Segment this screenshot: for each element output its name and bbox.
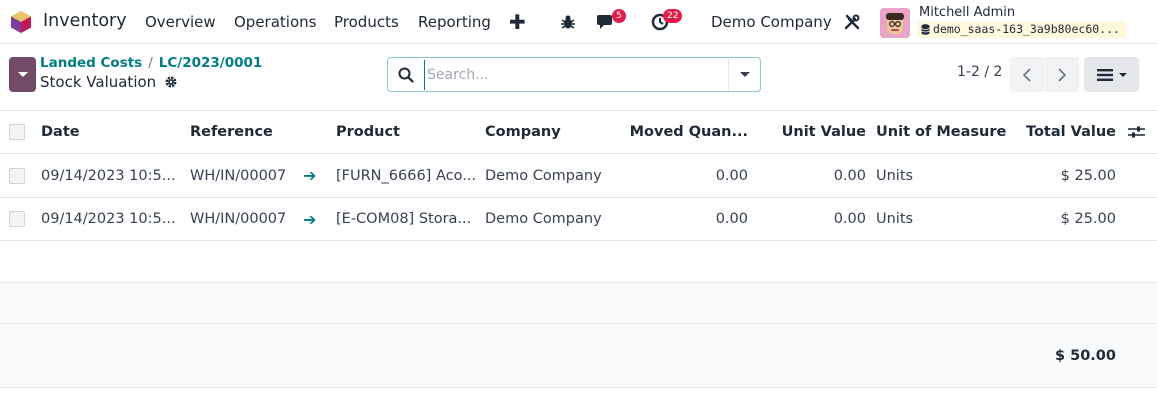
cell-date: 09/14/2023 10:5...: [41, 211, 176, 227]
database-badge: demo_saas-163_3a9b80ec60...: [917, 21, 1126, 38]
cell-moved-quantity: 0.00: [715, 167, 748, 184]
cell-product: [E-COM08] Stora...: [336, 211, 472, 227]
menu-overview[interactable]: Overview: [145, 13, 216, 31]
column-unit-of-measure[interactable]: Unit of Measure: [876, 111, 1016, 153]
search-input[interactable]: [424, 59, 728, 90]
activities-badge: 22: [663, 9, 683, 23]
page-title: Stock Valuation: [40, 73, 178, 91]
database-icon: [921, 24, 930, 35]
select-all-checkbox[interactable]: [9, 124, 25, 140]
row-checkbox-cell[interactable]: [9, 198, 25, 240]
menu-operations[interactable]: Operations: [234, 13, 316, 31]
chevron-left-icon: [1022, 67, 1031, 82]
cell-unit-of-measure: Units: [876, 167, 914, 184]
breadcrumb-separator: /: [148, 55, 153, 71]
column-total-value[interactable]: Total Value: [1010, 111, 1116, 153]
cell-moved-quantity: 0.00: [715, 211, 748, 227]
view-switcher-button[interactable]: [1084, 57, 1139, 92]
search-icon: [388, 67, 424, 83]
cell-total-value: $ 25.00: [1060, 211, 1116, 227]
column-product[interactable]: Product: [336, 111, 476, 153]
cell-reference: WH/IN/00007: [190, 211, 287, 227]
total-value-sum: $ 50.00: [1054, 347, 1116, 364]
page-title-text: Stock Valuation: [40, 73, 157, 91]
search-bar: [387, 57, 761, 92]
list-view-icon: [1096, 68, 1113, 81]
cell-company: Demo Company: [485, 167, 602, 184]
column-date[interactable]: Date: [41, 111, 181, 153]
caret-down-icon: [1118, 72, 1127, 77]
database-name: demo_saas-163_3a9b80ec60...: [933, 22, 1120, 36]
pager-next-button[interactable]: [1045, 57, 1079, 92]
arrow-right-icon[interactable]: ➔: [303, 154, 321, 197]
pager-previous-button[interactable]: [1010, 57, 1044, 92]
row-checkbox[interactable]: [9, 211, 25, 227]
pager-value[interactable]: 1-2 / 2: [957, 64, 1002, 80]
cell-reference: WH/IN/00007: [190, 167, 287, 184]
table-row[interactable]: 09/14/2023 10:5... WH/IN/00007 ➔ [E-COM0…: [0, 198, 1157, 241]
search-options-toggle[interactable]: [728, 58, 760, 91]
user-avatar[interactable]: [880, 8, 910, 38]
top-navbar: Inventory Overview Operations Products R…: [0, 0, 1157, 44]
tools-icon[interactable]: [841, 11, 863, 33]
plus-icon[interactable]: ✚: [509, 12, 526, 32]
inventory-app-icon[interactable]: [9, 10, 33, 34]
arrow-right-icon[interactable]: ➔: [303, 198, 321, 240]
empty-row: [0, 283, 1157, 324]
cell-company: Demo Company: [485, 211, 602, 227]
cell-unit-value: 0.00: [833, 211, 866, 227]
row-checkbox-cell[interactable]: [9, 154, 25, 197]
bug-icon[interactable]: [557, 11, 579, 33]
company-switcher[interactable]: Demo Company: [711, 13, 832, 31]
breadcrumb-lc-record[interactable]: LC/2023/0001: [159, 55, 263, 71]
table-row[interactable]: 09/14/2023 10:5... WH/IN/00007 ➔ [FURN_6…: [0, 154, 1157, 198]
column-company[interactable]: Company: [485, 111, 625, 153]
user-name[interactable]: Mitchell Admin: [919, 5, 1015, 20]
messages-badge: 5: [612, 9, 626, 23]
gear-icon[interactable]: [164, 75, 178, 89]
breadcrumb-dropdown-button[interactable]: [9, 57, 36, 92]
caret-down-icon: [739, 72, 750, 77]
cell-product: [FURN_6666] Aco...: [336, 167, 477, 184]
sliders-icon: [1128, 126, 1145, 138]
caret-down-icon: [17, 72, 28, 77]
row-checkbox[interactable]: [9, 167, 25, 184]
cell-unit-value: 0.00: [833, 167, 866, 184]
cell-total-value: $ 25.00: [1060, 167, 1116, 184]
table-header: Date Reference Product Company Moved Qua…: [0, 110, 1157, 154]
breadcrumb-landed-costs[interactable]: Landed Costs: [40, 55, 142, 71]
column-moved-quantity[interactable]: Moved Quan...: [628, 111, 748, 153]
empty-row: [0, 241, 1157, 283]
menu-reporting[interactable]: Reporting: [418, 13, 491, 31]
chevron-right-icon: [1058, 67, 1067, 82]
cell-date: 09/14/2023 10:5...: [41, 167, 176, 184]
breadcrumb: Landed Costs / LC/2023/0001: [40, 55, 262, 71]
menu-products[interactable]: Products: [334, 13, 399, 31]
cell-unit-of-measure: Units: [876, 211, 914, 227]
select-all-checkbox-cell[interactable]: [9, 111, 25, 153]
optional-columns-toggle[interactable]: [1128, 111, 1146, 153]
column-unit-value[interactable]: Unit Value: [755, 111, 866, 153]
table-footer: $ 50.00: [0, 324, 1157, 388]
app-name[interactable]: Inventory: [43, 11, 127, 31]
column-reference[interactable]: Reference: [190, 111, 320, 153]
